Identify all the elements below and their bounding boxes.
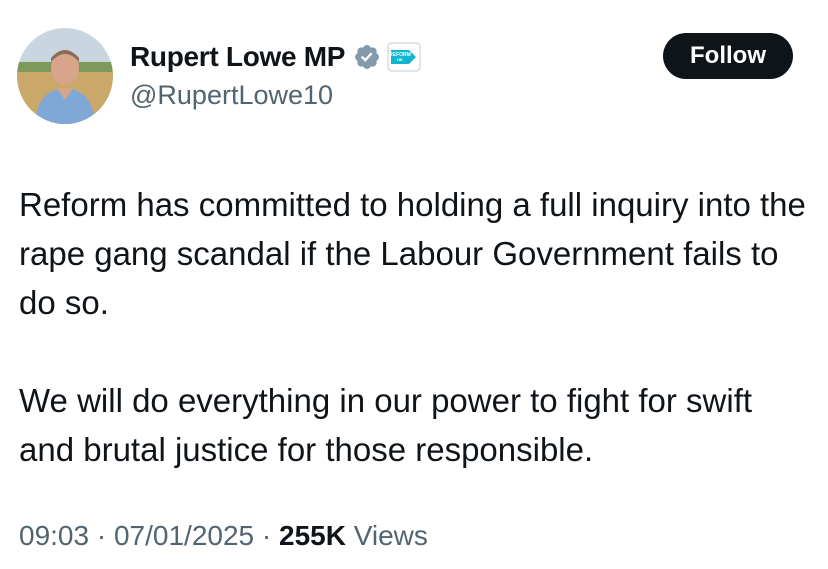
tweet-meta: 09:03 · 07/01/2025 · 255K Views <box>19 520 428 552</box>
tweet-paragraph-2: We will do everything in our power to fi… <box>19 382 753 468</box>
author-name-row: Rupert Lowe MP REFORM UK <box>130 38 421 76</box>
tweet-text: Reform has committed to holding a full i… <box>19 180 809 474</box>
tweet-card: Rupert Lowe MP REFORM UK @RupertLowe10 F… <box>0 0 828 569</box>
author-handle[interactable]: @RupertLowe10 <box>130 80 333 111</box>
verified-badge-icon[interactable] <box>353 43 381 71</box>
display-name[interactable]: Rupert Lowe MP <box>130 41 345 73</box>
meta-separator: · <box>96 520 107 551</box>
tweet-time[interactable]: 09:03 <box>19 520 89 551</box>
tweet-date[interactable]: 07/01/2025 <box>114 520 254 551</box>
views-label: Views <box>353 520 428 551</box>
views-count[interactable]: 255K <box>279 520 346 551</box>
avatar[interactable] <box>17 28 113 124</box>
svg-text:UK: UK <box>397 57 403 62</box>
follow-button[interactable]: Follow <box>663 33 793 79</box>
reform-uk-affiliate-icon[interactable]: REFORM UK <box>387 42 421 72</box>
tweet-paragraph-1: Reform has committed to holding a full i… <box>19 186 806 321</box>
meta-separator-2: · <box>261 520 272 551</box>
avatar-photo <box>17 28 113 124</box>
